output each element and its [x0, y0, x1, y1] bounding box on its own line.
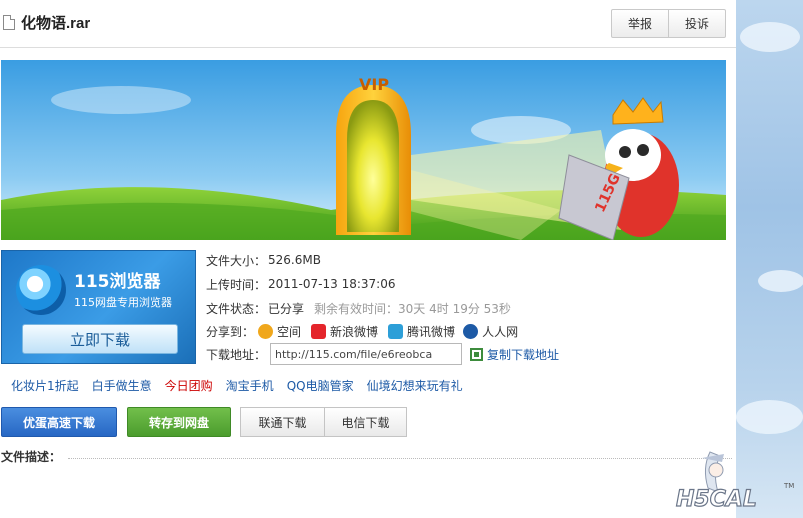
file-size-value: 526.6MB — [268, 253, 321, 267]
file-status-label: 文件状态： — [206, 301, 267, 316]
upload-time-value: 2011-07-13 18:37:06 — [268, 277, 396, 291]
share-renren[interactable]: 人人网 — [463, 323, 518, 340]
description-divider — [68, 458, 732, 459]
file-description-label: 文件描述： — [1, 450, 62, 464]
file-status-row: 文件状态： 已分享 剩余有效时间：30天 4时 19分 53秒 — [206, 299, 511, 317]
cloud-shape — [736, 400, 803, 434]
promo-link[interactable]: 今日团购 — [165, 377, 213, 394]
share-qzone-label: 空间 — [277, 324, 302, 339]
tencent-weibo-icon — [388, 323, 404, 339]
file-status-value: 已分享 — [268, 301, 305, 316]
file-title: 化物语.rar — [21, 15, 91, 32]
file-size-row: 文件大小： 526.6MB — [206, 251, 321, 269]
share-row: 分享到： 空间 新浪微博 腾讯微博 人人网 — [206, 322, 518, 340]
sina-weibo-icon — [311, 323, 327, 339]
cloud-shape — [740, 22, 800, 52]
watermark-graphic: H5CAL TM — [675, 451, 794, 513]
watermark-tm: TM — [783, 482, 794, 490]
browser-logo-icon — [16, 265, 66, 315]
watermark-logo: H5CAL TM — [672, 448, 800, 514]
share-label: 分享到： — [206, 324, 255, 339]
side-background — [736, 0, 803, 518]
share-sina-weibo[interactable]: 新浪微博 — [311, 323, 378, 340]
promo-link[interactable]: 化妆片1折起 — [11, 377, 79, 394]
copy-url-link[interactable]: 复制下载地址 — [470, 346, 559, 363]
browser-ad[interactable]: 115浏览器 115网盘专用浏览器 立即下载 — [1, 250, 196, 364]
share-sina-label: 新浪微博 — [330, 324, 379, 339]
page-header: 化物语.rar 举报 投诉 — [0, 0, 736, 48]
promo-link[interactable]: 淘宝手机 — [226, 377, 274, 394]
complain-button[interactable]: 投诉 — [668, 9, 726, 38]
telecom-download-button[interactable]: 电信下载 — [324, 407, 407, 437]
watermark-text: H5CAL — [676, 487, 757, 512]
share-qzone[interactable]: 空间 — [258, 323, 301, 340]
download-url-row: 下载地址： 复制下载地址 — [206, 342, 559, 366]
promo-link[interactable]: 仙境幻想来玩有礼 — [367, 377, 463, 394]
vip-banner[interactable]: VIP 115G — [1, 60, 726, 240]
file-page: 化物语.rar 举报 投诉 VIP 115G 115浏览器 115网盘专用浏览器… — [0, 0, 736, 518]
promo-links: 化妆片1折起 白手做生意 今日团购 淘宝手机 QQ电脑管家 仙境幻想来玩有礼 — [11, 377, 476, 394]
promo-link[interactable]: 白手做生意 — [92, 377, 152, 394]
copy-url-label: 复制下载地址 — [487, 347, 560, 362]
ad-subtitle: 115网盘专用浏览器 — [74, 296, 172, 309]
fast-download-button[interactable]: 优蛋高速下载 — [1, 407, 117, 437]
vip-text: VIP — [359, 75, 389, 94]
save-to-drive-button[interactable]: 转存到网盘 — [127, 407, 231, 437]
download-url-label: 下载地址： — [206, 347, 267, 362]
cloud-shape — [758, 270, 803, 292]
remaining-time: 剩余有效时间：30天 4时 19分 53秒 — [314, 301, 511, 316]
ad-title: 115浏览器 — [74, 272, 161, 292]
share-tencent-weibo[interactable]: 腾讯微博 — [388, 323, 455, 340]
promo-link[interactable]: QQ电脑管家 — [287, 377, 354, 394]
share-tencent-label: 腾讯微博 — [407, 324, 456, 339]
download-browser-button[interactable]: 立即下载 — [22, 324, 178, 354]
renren-icon — [463, 323, 479, 339]
unicom-download-button[interactable]: 联通下载 — [240, 407, 325, 437]
download-url-input[interactable] — [270, 343, 463, 365]
banner-illustration: VIP 115G — [1, 60, 726, 240]
share-renren-label: 人人网 — [482, 324, 519, 339]
file-size-label: 文件大小： — [206, 253, 267, 268]
file-icon — [3, 15, 15, 30]
qzone-icon — [258, 323, 274, 339]
upload-time-label: 上传时间： — [206, 277, 267, 292]
report-button[interactable]: 举报 — [611, 9, 669, 38]
qrcode-icon — [470, 347, 484, 361]
upload-time-row: 上传时间： 2011-07-13 18:37:06 — [206, 275, 395, 293]
